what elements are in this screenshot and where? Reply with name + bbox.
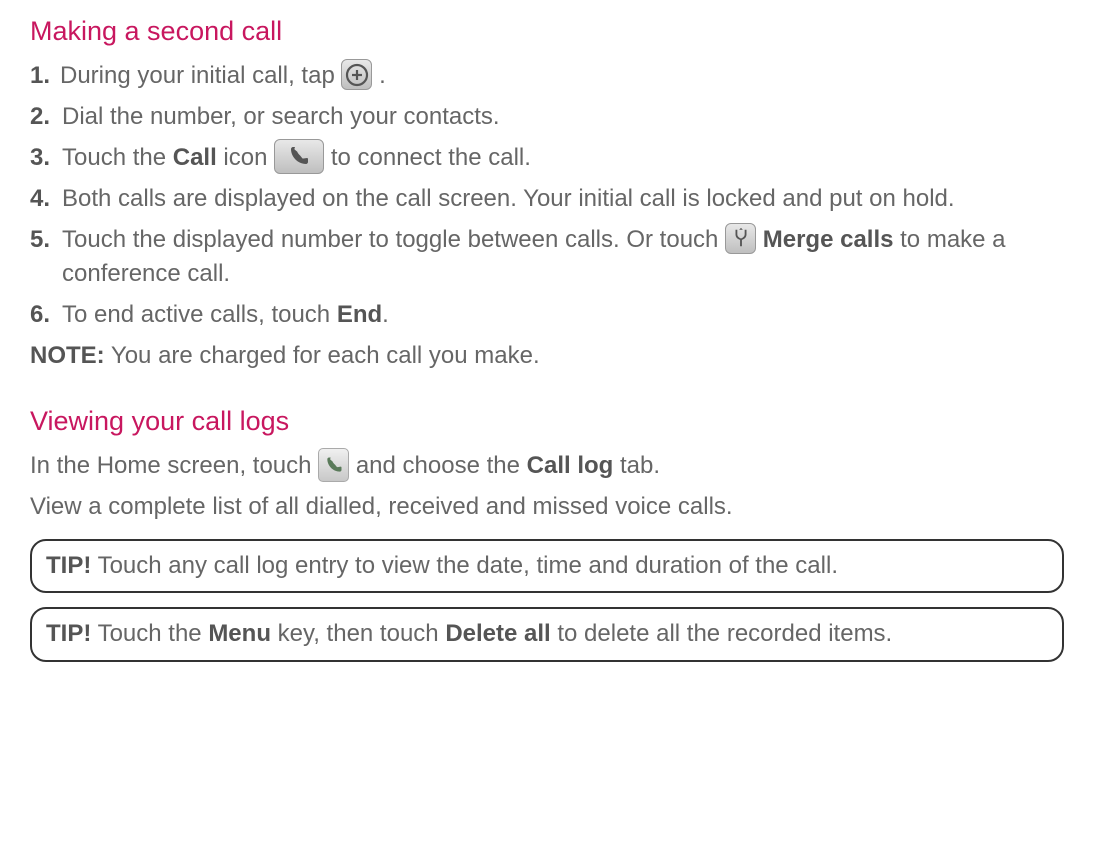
list-number: 5.: [30, 223, 62, 258]
tip-label: TIP!: [46, 552, 91, 579]
text-span: .: [382, 301, 389, 328]
bold-text: Menu: [208, 620, 271, 647]
bold-text: Call log: [527, 452, 614, 479]
text-span: tab.: [613, 452, 660, 479]
bold-text: Call: [173, 144, 217, 171]
note-text: You are charged for each call you make.: [105, 342, 540, 369]
list-item: 1. During your initial call, tap .: [30, 59, 1064, 94]
section-viewing-call-logs: Viewing your call logs In the Home scree…: [30, 402, 1064, 662]
tip-label: TIP!: [46, 620, 91, 647]
tip-box: TIP! Touch the Menu key, then touch Dele…: [30, 607, 1064, 662]
bold-text: Merge calls: [763, 226, 894, 253]
list-number: 3.: [30, 141, 62, 176]
text-span: to delete all the recorded items.: [551, 620, 893, 647]
text-span: Touch the: [91, 620, 208, 647]
call-icon: [274, 139, 324, 174]
add-call-icon: [341, 59, 372, 90]
text-span: Touch the: [62, 144, 173, 171]
list-item: 6. To end active calls, touch End.: [30, 298, 1064, 333]
list-text: To end active calls, touch End.: [62, 298, 1064, 333]
note-label: NOTE:: [30, 342, 105, 369]
section-making-second-call: Making a second call 1. During your init…: [30, 12, 1064, 374]
text-span: key, then touch: [271, 620, 445, 647]
paragraph: In the Home screen, touch and choose the…: [30, 449, 1064, 484]
list-number: 1.: [30, 59, 60, 94]
heading-viewing-call-logs: Viewing your call logs: [30, 402, 1064, 441]
paragraph: View a complete list of all dialled, rec…: [30, 490, 1064, 525]
list-text: During your initial call, tap .: [60, 59, 1064, 94]
list-number: 6.: [30, 298, 62, 333]
text-span: During your initial call, tap: [60, 62, 341, 89]
text-span: to connect the call.: [331, 144, 531, 171]
text-span: .: [379, 62, 386, 89]
text-span: Touch the displayed number to toggle bet…: [62, 226, 725, 253]
text-span: and choose the: [356, 452, 527, 479]
text-span: To end active calls, touch: [62, 301, 337, 328]
text-span: icon: [217, 144, 274, 171]
bold-text: End: [337, 301, 382, 328]
phone-icon: [318, 448, 349, 482]
note-line: NOTE: You are charged for each call you …: [30, 339, 1064, 374]
bold-text: Delete all: [445, 620, 550, 647]
heading-making-second-call: Making a second call: [30, 12, 1064, 51]
list-text: Both calls are displayed on the call scr…: [62, 182, 1064, 217]
list-item: 5. Touch the displayed number to toggle …: [30, 223, 1064, 293]
list-item: 2. Dial the number, or search your conta…: [30, 100, 1064, 135]
text-span: In the Home screen, touch: [30, 452, 318, 479]
list-text: Touch the displayed number to toggle bet…: [62, 223, 1064, 293]
tip-box: TIP! Touch any call log entry to view th…: [30, 539, 1064, 594]
list-number: 2.: [30, 100, 62, 135]
list-item: 4. Both calls are displayed on the call …: [30, 182, 1064, 217]
list-text: Dial the number, or search your contacts…: [62, 100, 1064, 135]
list-number: 4.: [30, 182, 62, 217]
merge-calls-icon: [725, 223, 756, 254]
list-item: 3. Touch the Call icon to connect the ca…: [30, 141, 1064, 176]
list-text: Touch the Call icon to connect the call.: [62, 141, 1064, 176]
tip-text: Touch any call log entry to view the dat…: [91, 552, 838, 579]
